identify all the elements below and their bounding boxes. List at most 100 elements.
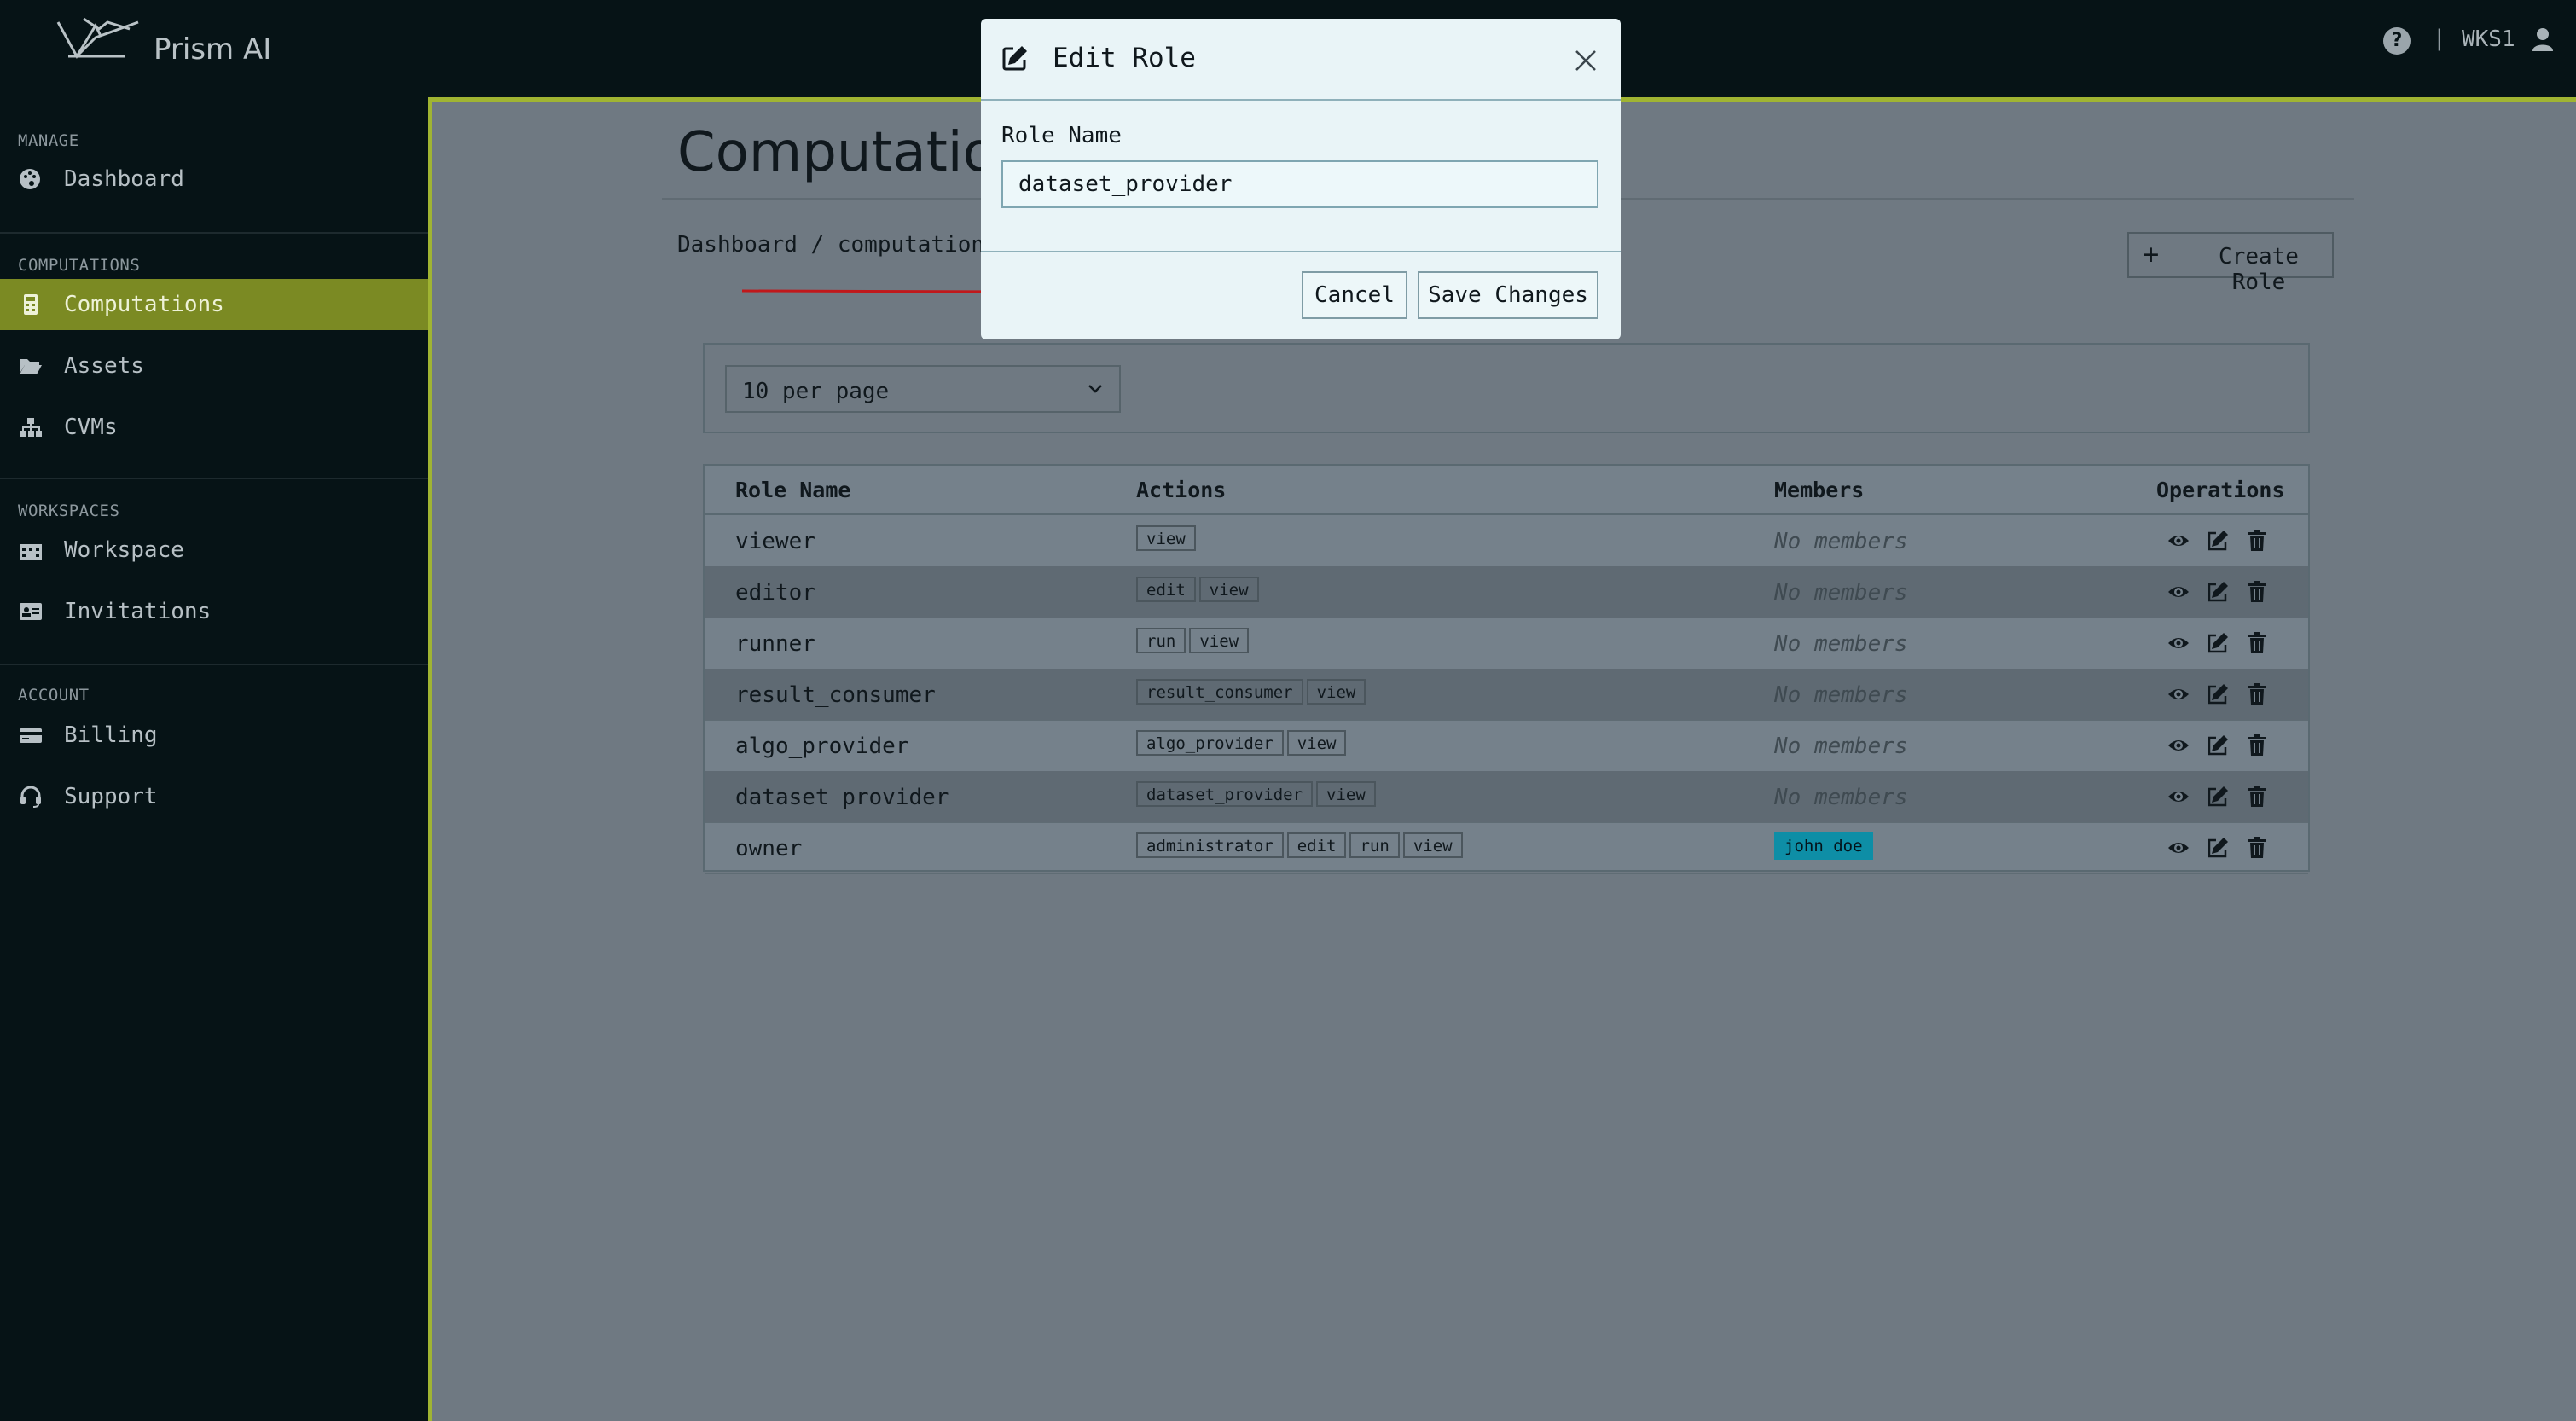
action-chip: view <box>1189 628 1250 653</box>
edit-icon[interactable] <box>2206 529 2230 553</box>
headset-icon <box>20 786 41 808</box>
members-cell: No members <box>1774 631 1908 657</box>
action-chip: result_consumer <box>1136 679 1303 705</box>
edit-icon[interactable] <box>2206 836 2230 860</box>
help-icon[interactable]: ? <box>2383 27 2411 55</box>
modal-header: Edit Role <box>981 19 1621 101</box>
sidebar-divider <box>0 478 428 479</box>
actions-cell: result_consumer view <box>1136 679 1369 708</box>
trash-icon[interactable] <box>2245 734 2269 757</box>
actions-cell: view <box>1136 525 1199 554</box>
folder-open-icon <box>20 359 42 374</box>
role-name-cell: runner <box>735 631 815 657</box>
sidebar-item-support[interactable]: Support <box>0 771 428 822</box>
column-header-members: Members <box>1774 478 1865 502</box>
operations-cell <box>2167 682 2277 708</box>
modal-footer-divider <box>981 251 1621 252</box>
cancel-button[interactable]: Cancel <box>1302 271 1407 319</box>
view-eye-icon[interactable] <box>2167 631 2190 655</box>
sidebar-item-assets[interactable]: Assets <box>0 340 428 392</box>
prism-logo-icon <box>56 17 139 59</box>
user-icon[interactable] <box>2532 27 2554 51</box>
role-name-cell: dataset_provider <box>735 785 949 810</box>
column-header-operations: Operations <box>2156 478 2285 502</box>
action-chip: view <box>1402 832 1463 858</box>
member-badge: john doe <box>1774 832 1873 860</box>
sidebar-item-label: Support <box>64 784 158 809</box>
breadcrumb-dashboard-link[interactable]: Dashboard <box>677 232 798 258</box>
members-cell: No members <box>1774 734 1908 759</box>
table-row: result_consumer result_consumer view No mem… <box>705 669 2308 721</box>
trash-icon[interactable] <box>2245 682 2269 706</box>
trash-icon[interactable] <box>2245 580 2269 604</box>
sidebar-item-billing[interactable]: Billing <box>0 710 428 761</box>
topbar-divider: | <box>2433 26 2446 51</box>
table-row: editor edit view No members <box>705 566 2308 618</box>
sidebar-item-invitations[interactable]: Invitations <box>0 586 428 637</box>
actions-cell: administrator edit run view <box>1136 832 1466 861</box>
edit-role-modal: Edit Role Role Name Cancel Save Changes <box>981 19 1621 339</box>
action-chip: administrator <box>1136 832 1284 858</box>
edit-icon[interactable] <box>2206 785 2230 809</box>
view-eye-icon[interactable] <box>2167 580 2190 604</box>
operations-cell <box>2167 836 2277 861</box>
sidebar-item-cvms[interactable]: CVMs <box>0 402 428 453</box>
breadcrumb-current: computations <box>837 232 998 258</box>
workspace-label[interactable]: WKS1 <box>2462 26 2515 52</box>
sidebar-section-computations: COMPUTATIONS <box>18 256 141 275</box>
actions-cell: edit view <box>1136 577 1262 606</box>
edit-icon[interactable] <box>2206 580 2230 604</box>
view-eye-icon[interactable] <box>2167 785 2190 809</box>
operations-cell <box>2167 529 2277 554</box>
trash-icon[interactable] <box>2245 836 2269 860</box>
sidebar-item-label: Invitations <box>64 599 212 624</box>
trash-icon[interactable] <box>2245 631 2269 655</box>
breadcrumb: Dashboard / computations <box>677 232 998 258</box>
view-eye-icon[interactable] <box>2167 682 2190 706</box>
actions-cell: algo_provider view <box>1136 730 1349 759</box>
trash-icon[interactable] <box>2245 785 2269 809</box>
edit-icon[interactable] <box>2206 631 2230 655</box>
column-header-role-name: Role Name <box>735 478 851 502</box>
close-icon[interactable] <box>1573 48 1598 73</box>
palette-icon <box>20 169 40 189</box>
action-chip: view <box>1316 781 1376 807</box>
building-icon <box>20 544 42 560</box>
create-role-button[interactable]: + Create Role <box>2127 232 2334 295</box>
sidebar-item-computations[interactable]: Computations <box>0 279 428 330</box>
operations-cell <box>2167 734 2277 759</box>
table-header: Role Name Actions Members Operations <box>705 466 2308 515</box>
operations-cell <box>2167 631 2277 657</box>
view-eye-icon[interactable] <box>2167 734 2190 757</box>
roles-table: Role Name Actions Members Operations vie… <box>703 464 2310 874</box>
plus-icon: + <box>2143 238 2160 270</box>
sidebar-item-dashboard[interactable]: Dashboard <box>0 154 428 205</box>
sidebar-divider <box>0 232 428 234</box>
view-eye-icon[interactable] <box>2167 529 2190 553</box>
per-page-value: 10 per page <box>742 379 890 404</box>
trash-icon[interactable] <box>2245 529 2269 553</box>
save-changes-button[interactable]: Save Changes <box>1418 271 1598 319</box>
role-name-cell: editor <box>735 580 815 606</box>
credit-card-icon <box>20 728 42 743</box>
per-page-select[interactable]: 10 per page <box>725 365 1121 413</box>
modal-title: Edit Role <box>1053 43 1196 73</box>
view-eye-icon[interactable] <box>2167 836 2190 860</box>
table-row: owner administrator edit run view john doe <box>705 822 2308 874</box>
role-name-input[interactable] <box>1001 160 1598 208</box>
operations-cell <box>2167 580 2277 606</box>
sidebar-item-workspace[interactable]: Workspace <box>0 525 428 576</box>
calculator-icon <box>24 294 38 315</box>
action-chip: edit <box>1286 832 1347 858</box>
edit-icon[interactable] <box>2206 682 2230 706</box>
create-role-label: Create Role <box>2219 244 2299 295</box>
edit-icon[interactable] <box>2206 734 2230 757</box>
sidebar-item-label: Dashboard <box>64 166 184 192</box>
table-row: runner run view No members <box>705 618 2308 670</box>
sidebar-divider <box>0 664 428 665</box>
action-chip: view <box>1136 525 1196 551</box>
breadcrumb-separator: / <box>810 232 825 258</box>
table-row: dataset_provider dataset_provider view No m… <box>705 771 2308 823</box>
sidebar-item-label: Computations <box>64 292 224 317</box>
role-name-cell: result_consumer <box>735 682 936 708</box>
